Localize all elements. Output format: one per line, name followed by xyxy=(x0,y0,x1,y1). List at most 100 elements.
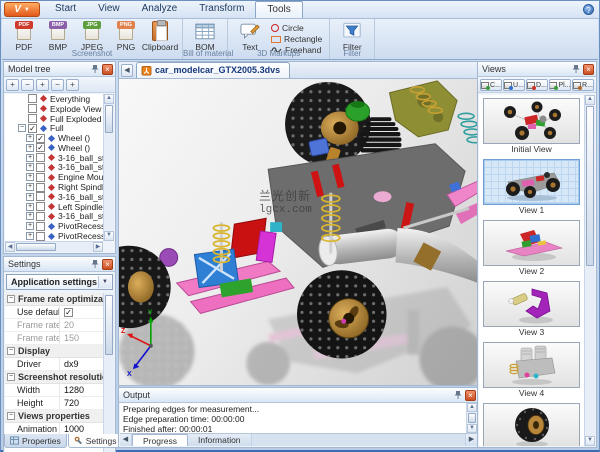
scroll-up-icon[interactable]: ▲ xyxy=(104,94,114,104)
collapse-icon[interactable]: − xyxy=(7,412,15,420)
expand-icon[interactable]: + xyxy=(26,203,34,211)
play-views-button[interactable]: Pl... xyxy=(549,79,571,91)
bom-button[interactable]: BOM xyxy=(188,20,222,52)
view-thumbnail[interactable] xyxy=(483,220,580,266)
settings-category-dropdown[interactable]: Application settings ▼ xyxy=(6,274,113,290)
collapse-branch-button[interactable]: − xyxy=(51,79,64,91)
tree-item[interactable]: +✓Wheel () xyxy=(5,143,103,153)
tree-item[interactable]: +Left Spindle () xyxy=(5,202,103,212)
scroll-down-icon[interactable]: ▼ xyxy=(585,436,595,446)
checkbox[interactable]: ✓ xyxy=(64,308,73,317)
view-thumbnail[interactable] xyxy=(483,403,580,446)
ribbon-tab-start[interactable]: Start xyxy=(44,1,87,18)
settings-group-row[interactable]: −Views properties xyxy=(5,410,103,423)
expand-icon[interactable]: + xyxy=(26,134,34,142)
scroll-down-icon[interactable]: ▼ xyxy=(104,231,114,241)
chevron-down-icon[interactable]: ▼ xyxy=(98,276,111,288)
visibility-checkbox[interactable] xyxy=(36,183,45,192)
clipboard-button[interactable]: Clipboard xyxy=(143,20,177,52)
visibility-checkbox[interactable] xyxy=(36,173,45,182)
output-tab-information[interactable]: Information xyxy=(188,434,252,446)
expand-icon[interactable]: + xyxy=(26,212,34,220)
property-value[interactable]: 150 xyxy=(60,332,103,344)
tree-item[interactable]: +PivotRecession2 ( xyxy=(5,221,103,231)
settings-vscrollbar[interactable]: ▼ xyxy=(103,293,114,452)
collapse-icon[interactable]: − xyxy=(7,373,15,381)
expand-icon[interactable]: + xyxy=(26,232,34,240)
expand-icon[interactable]: + xyxy=(26,154,34,162)
update-view-button[interactable]: U... xyxy=(503,79,525,91)
pdf-button[interactable]: PDFPDF xyxy=(7,20,41,52)
pin-icon[interactable] xyxy=(453,390,463,400)
collapse-icon[interactable]: − xyxy=(7,347,15,355)
tree-item[interactable]: +Engine Mount () xyxy=(5,172,103,182)
view-item-view-2[interactable]: View 2 xyxy=(483,220,580,277)
expand-icon[interactable]: + xyxy=(26,163,34,171)
collapse-icon[interactable]: − xyxy=(7,295,15,303)
create-view-button[interactable]: C... xyxy=(480,79,502,91)
view-item-initial-view[interactable]: Initial View xyxy=(483,98,580,155)
pin-icon[interactable] xyxy=(90,64,100,74)
view-thumbnail[interactable] xyxy=(483,281,580,327)
tree-item[interactable]: Everything xyxy=(5,94,103,104)
panel-tab-settings[interactable]: Settings xyxy=(68,434,123,448)
text-button[interactable]: Text xyxy=(233,20,267,52)
jpeg-button[interactable]: JPGJPEG xyxy=(75,20,109,52)
view-item-view-5[interactable]: View 5 xyxy=(483,403,580,446)
expand-icon[interactable]: + xyxy=(26,173,34,181)
scroll-up-icon[interactable]: ▲ xyxy=(585,95,595,105)
bmp-button[interactable]: BMPBMP xyxy=(41,20,75,52)
rectangle-button[interactable]: Rectangle xyxy=(269,34,324,44)
expand-icon[interactable]: + xyxy=(26,183,34,191)
model-tree-hscrollbar[interactable]: ◀ ▶ xyxy=(5,241,103,252)
ribbon-tab-view[interactable]: View xyxy=(87,1,131,18)
expand-icon[interactable]: + xyxy=(26,144,34,152)
tree-item[interactable]: +3-16_ball_stud () xyxy=(5,192,103,202)
close-icon[interactable]: × xyxy=(102,259,113,270)
output-tab-progress[interactable]: Progress xyxy=(132,434,188,446)
expand-branch-button[interactable]: + xyxy=(36,79,49,91)
view-item-view-1[interactable]: View 1 xyxy=(483,159,580,216)
close-icon[interactable]: × xyxy=(583,64,594,75)
collapse-icon[interactable]: − xyxy=(18,124,26,132)
visibility-checkbox[interactable]: ✓ xyxy=(36,143,45,152)
property-value[interactable]: 20 xyxy=(60,319,103,331)
document-tab[interactable]: car_modelcar_GTX2005.3dvs xyxy=(136,62,290,78)
property-value[interactable]: 1280 xyxy=(60,384,103,396)
visibility-checkbox[interactable] xyxy=(36,202,45,211)
tab-scroll-right-icon[interactable]: ▶ xyxy=(465,434,477,446)
tree-item[interactable]: +Right Spindle () xyxy=(5,182,103,192)
ribbon-tab-analyze[interactable]: Analyze xyxy=(131,1,189,18)
view-item-view-3[interactable]: View 3 xyxy=(483,281,580,338)
scroll-left-icon[interactable]: ◀ xyxy=(5,242,15,252)
visibility-checkbox[interactable] xyxy=(36,222,45,231)
scroll-up-icon[interactable]: ▲ xyxy=(467,403,477,412)
visibility-checkbox[interactable] xyxy=(36,232,45,241)
tree-item[interactable]: +3-16_ball_stud () xyxy=(5,212,103,222)
filter-button[interactable]: Filter xyxy=(335,20,369,52)
help-button[interactable]: ? xyxy=(583,4,594,15)
view-thumbnail[interactable] xyxy=(483,159,580,205)
scroll-right-icon[interactable]: ▶ xyxy=(93,242,103,252)
settings-group-row[interactable]: −Frame rate optimization sett... xyxy=(5,293,103,306)
pin-icon[interactable] xyxy=(571,64,581,74)
tree-item[interactable]: +PivotRecession2 ( xyxy=(5,231,103,241)
tab-scroll-left-icon[interactable]: ◀ xyxy=(120,434,132,446)
model-tree-vscrollbar[interactable]: ▲ ▼ xyxy=(103,94,114,241)
visibility-checkbox[interactable] xyxy=(36,163,45,172)
visibility-checkbox[interactable] xyxy=(28,94,37,103)
tree-item[interactable]: +3-16_ball_stud () xyxy=(5,163,103,173)
tab-scroll-left-icon[interactable]: ◀ xyxy=(121,64,133,77)
rename-view-button[interactable]: R... xyxy=(572,79,594,91)
visibility-checkbox[interactable] xyxy=(36,192,45,201)
view-thumbnail[interactable] xyxy=(483,98,580,144)
png-button[interactable]: PNGPNG xyxy=(109,20,143,52)
delete-view-button[interactable]: D... xyxy=(526,79,548,91)
circle-button[interactable]: Circle xyxy=(269,23,324,33)
view-item-view-4[interactable]: View 4 xyxy=(483,342,580,399)
application-menu-button[interactable]: V ▼ xyxy=(4,2,40,17)
pin-icon[interactable] xyxy=(90,259,100,269)
visibility-checkbox[interactable] xyxy=(28,104,37,113)
ribbon-tab-transform[interactable]: Transform xyxy=(188,1,255,18)
expand-all-button[interactable]: + xyxy=(6,79,19,91)
